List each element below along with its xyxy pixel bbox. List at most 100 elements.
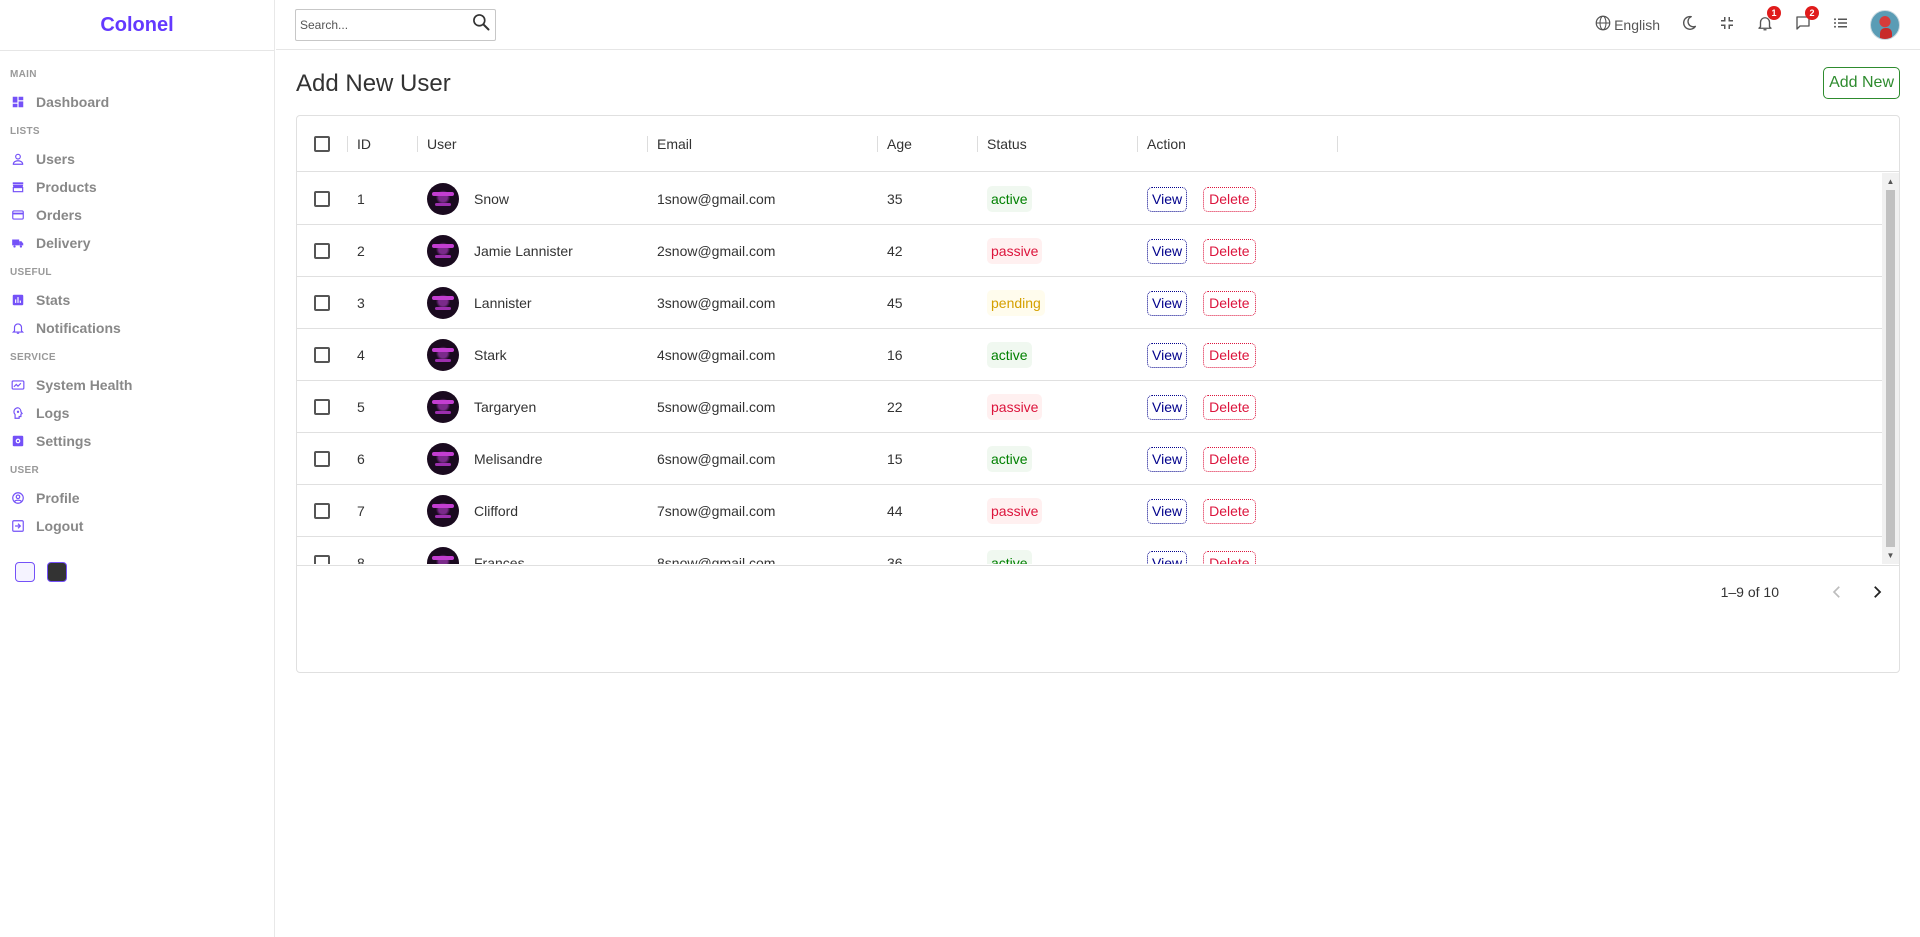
navbar-items: English 1 2 <box>1574 6 1900 40</box>
column-header-user[interactable]: User <box>427 116 457 171</box>
column-header-email[interactable]: Email <box>657 116 692 171</box>
delete-button[interactable]: Delete <box>1203 186 1256 212</box>
row-checkbox[interactable] <box>314 191 330 207</box>
delete-button[interactable]: Delete <box>1203 342 1256 368</box>
delete-button[interactable]: Delete <box>1203 498 1256 524</box>
view-button[interactable]: View <box>1147 550 1188 564</box>
cell-email: 4snow@gmail.com <box>657 347 776 363</box>
column-separator[interactable] <box>417 136 418 152</box>
list-button[interactable] <box>1832 14 1850 35</box>
cell-email: 8snow@gmail.com <box>657 555 776 564</box>
sidebar-item-label: Dashboard <box>36 94 110 110</box>
sidebar-item-profile[interactable]: Profile <box>10 484 274 512</box>
table-row[interactable]: 7 Clifford 7snow@gmail.com 44 passive View Del… <box>297 485 1883 537</box>
row-checkbox[interactable] <box>314 295 330 311</box>
view-button[interactable]: View <box>1147 186 1188 212</box>
user-menu[interactable] <box>1870 9 1900 40</box>
delete-button[interactable]: Delete <box>1203 394 1256 420</box>
sidebar-menu: MAIN Dashboard LISTS Users Products Orders Del… <box>0 51 274 582</box>
vertical-scrollbar[interactable]: ▲ ▼ <box>1882 173 1899 564</box>
table-row[interactable]: 4 Stark 4snow@gmail.com 16 active View Delete <box>297 329 1883 381</box>
sidebar-item-orders[interactable]: Orders <box>10 201 274 229</box>
language-selector[interactable]: English <box>1594 14 1660 35</box>
notifications-button[interactable]: 1 <box>1756 6 1781 35</box>
sidebar-item-stats[interactable]: Stats <box>10 286 274 314</box>
messages-button[interactable]: 2 <box>1794 6 1819 35</box>
sidebar-item-settings[interactable]: Settings <box>10 427 274 455</box>
view-button[interactable]: View <box>1147 342 1188 368</box>
cell-status: passive <box>987 381 1043 433</box>
table-row[interactable]: 6 Melisandre 6snow@gmail.com 15 active View De… <box>297 433 1883 485</box>
cell-user: Stark <box>427 329 507 381</box>
sidebar-item-users[interactable]: Users <box>10 145 274 173</box>
row-checkbox[interactable] <box>314 555 330 564</box>
cell-id: 5 <box>357 399 365 415</box>
table-row[interactable]: 1 Snow 1snow@gmail.com 35 active View Delete <box>297 173 1883 225</box>
sidebar-item-logs[interactable]: Logs <box>10 399 274 427</box>
delete-button[interactable]: Delete <box>1203 550 1256 564</box>
status-badge: passive <box>987 394 1043 420</box>
scrollbar-thumb[interactable] <box>1886 190 1895 547</box>
view-button[interactable]: View <box>1147 446 1188 472</box>
column-header-action[interactable]: Action <box>1147 116 1186 171</box>
column-header-age[interactable]: Age <box>887 116 912 171</box>
logo[interactable]: Colonel <box>100 14 173 37</box>
view-button[interactable]: View <box>1147 238 1188 264</box>
row-checkbox[interactable] <box>314 243 330 259</box>
view-button[interactable]: View <box>1147 290 1188 316</box>
user-name: Jamie Lannister <box>474 243 573 259</box>
fullscreen-exit-button[interactable] <box>1718 14 1736 35</box>
cell-email: 1snow@gmail.com <box>657 191 776 207</box>
column-separator[interactable] <box>977 136 978 152</box>
column-separator[interactable] <box>347 136 348 152</box>
cell-action: View Delete <box>1147 277 1256 329</box>
sidebar-item-products[interactable]: Products <box>10 173 274 201</box>
scroll-up-icon[interactable]: ▲ <box>1882 173 1899 190</box>
column-separator[interactable] <box>877 136 878 152</box>
search-icon[interactable] <box>471 12 491 37</box>
avatar <box>427 339 459 371</box>
dark-theme-option[interactable] <box>47 562 67 582</box>
column-separator[interactable] <box>1137 136 1138 152</box>
row-checkbox[interactable] <box>314 347 330 363</box>
row-select-cell <box>314 329 330 381</box>
sidebar-item-delivery[interactable]: Delivery <box>10 229 274 257</box>
row-checkbox[interactable] <box>314 451 330 467</box>
cell-action: View Delete <box>1147 173 1256 225</box>
column-header-status[interactable]: Status <box>987 116 1027 171</box>
view-button[interactable]: View <box>1147 394 1188 420</box>
sidebar-item-notifications[interactable]: Notifications <box>10 314 274 342</box>
delete-button[interactable]: Delete <box>1203 290 1256 316</box>
column-separator[interactable] <box>1337 136 1338 152</box>
table-row[interactable]: 5 Targaryen 5snow@gmail.com 22 passive View De… <box>297 381 1883 433</box>
add-new-button[interactable]: Add New <box>1823 66 1900 99</box>
sidebar-item-label: Users <box>36 151 75 167</box>
sidebar-item-system-health[interactable]: System Health <box>10 371 274 399</box>
next-page-button[interactable] <box>1865 580 1889 604</box>
table-row[interactable]: 8 Frances 8snow@gmail.com 36 active View Delet… <box>297 537 1883 564</box>
search-input[interactable] <box>300 17 471 32</box>
light-theme-option[interactable] <box>15 562 35 582</box>
select-all-checkbox[interactable] <box>314 135 330 152</box>
user-name: Frances <box>474 555 525 564</box>
sidebar-item-dashboard[interactable]: Dashboard <box>10 88 274 116</box>
cell-age: 44 <box>887 503 903 519</box>
previous-page-button[interactable] <box>1825 580 1849 604</box>
column-separator[interactable] <box>647 136 648 152</box>
scroll-down-icon[interactable]: ▼ <box>1882 547 1899 564</box>
sidebar-item-logout[interactable]: Logout <box>10 512 274 540</box>
cell-email: 5snow@gmail.com <box>657 399 776 415</box>
dark-mode-toggle[interactable] <box>1680 14 1698 35</box>
user-name: Lannister <box>474 295 532 311</box>
row-checkbox[interactable] <box>314 503 330 519</box>
row-select-cell <box>314 381 330 433</box>
delete-button[interactable]: Delete <box>1203 238 1256 264</box>
row-checkbox[interactable] <box>314 399 330 415</box>
column-header-id[interactable]: ID <box>357 116 371 171</box>
view-button[interactable]: View <box>1147 498 1188 524</box>
delete-button[interactable]: Delete <box>1203 446 1256 472</box>
cell-id: 3 <box>357 295 365 311</box>
table-row[interactable]: 2 Jamie Lannister 2snow@gmail.com 42 passive… <box>297 225 1883 277</box>
person-icon <box>10 151 26 167</box>
table-row[interactable]: 3 Lannister 3snow@gmail.com 45 pending View De… <box>297 277 1883 329</box>
